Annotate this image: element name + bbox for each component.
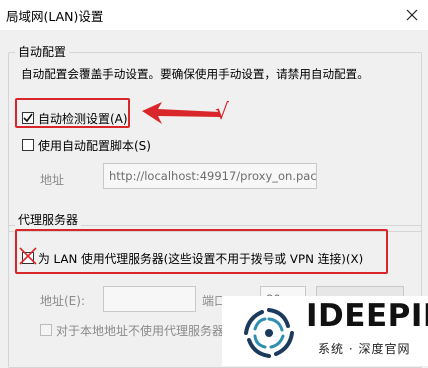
watermark-brand: IDEEPIN [306, 298, 428, 334]
bypass-local-checkbox[interactable] [40, 324, 52, 336]
close-button[interactable] [395, 0, 428, 30]
use-script-label[interactable]: 使用自动配置脚本(S) [38, 137, 151, 154]
window-title: 局域网(LAN)设置 [6, 9, 104, 24]
script-address-label: 地址 [40, 173, 65, 187]
close-icon [406, 9, 417, 21]
use-proxy-highlight [15, 229, 388, 274]
swirl-logo-icon [244, 308, 294, 358]
auto-config-description: 自动配置会覆盖手动设置。要确保使用手动设置，请禁用自动配置。 [21, 67, 369, 81]
script-address-input[interactable]: http://localhost:49917/proxy_on.pac [103, 163, 317, 189]
bypass-local-label[interactable]: 对于本地地址不使用代理服务器( [56, 322, 229, 339]
proxy-address-label: 地址(E): [40, 294, 85, 308]
auto-detect-highlight [15, 98, 130, 128]
checkmark-annotation: √ [215, 100, 230, 125]
proxy-address-input[interactable] [103, 286, 196, 312]
watermark-subtitle: 系统 · 深度官网 [318, 342, 411, 356]
title-bar: 局域网(LAN)设置 [0, 0, 428, 30]
use-script-checkbox[interactable] [22, 139, 34, 151]
proxy-server-group-label: 代理服务器 [15, 211, 82, 228]
auto-config-group-label: 自动配置 [15, 43, 70, 60]
watermark: IDEEPIN 系统 · 深度官网 [222, 296, 428, 366]
